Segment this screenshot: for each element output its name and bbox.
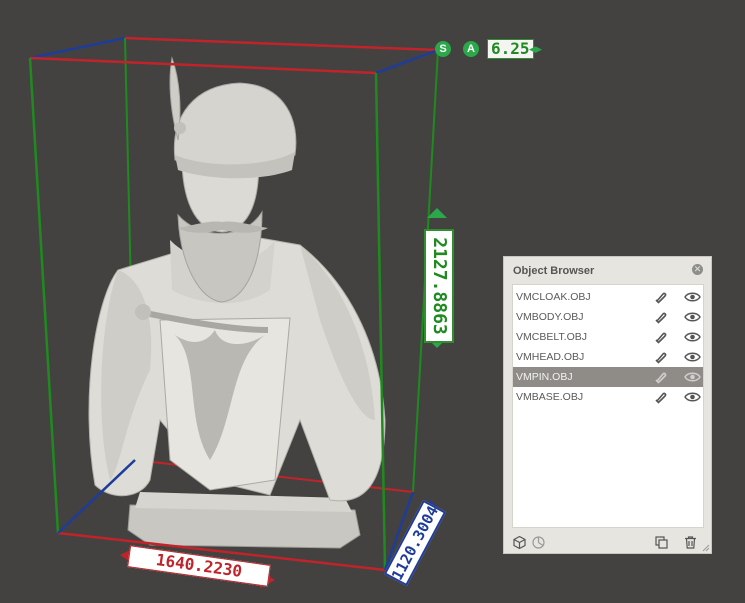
scale-stepper-arrows[interactable]: ◂▸	[529, 42, 542, 55]
eye-icon[interactable]	[684, 291, 701, 303]
object-browser-panel: Object Browser ✕ VMCLOAK.OBJ VMBODY.OBJ …	[503, 256, 712, 554]
eye-icon[interactable]	[684, 371, 701, 383]
object-row-vmbody[interactable]: VMBODY.OBJ	[513, 307, 703, 327]
cube-icon[interactable]	[512, 535, 527, 550]
magnet-icon[interactable]	[654, 350, 668, 364]
object-name: VMBODY.OBJ	[516, 311, 584, 323]
magnet-icon[interactable]	[654, 290, 668, 304]
object-browser-footer	[504, 532, 711, 554]
height-dimension-label[interactable]: 2127.8863	[424, 229, 454, 343]
object-row-vmpin[interactable]: VMPIN.OBJ	[513, 367, 703, 387]
resize-grip-icon[interactable]	[702, 544, 710, 552]
object-list: VMCLOAK.OBJ VMBODY.OBJ VMCBELT.OBJ VMHEA…	[512, 284, 704, 528]
object-row-vmcloak[interactable]: VMCLOAK.OBJ	[513, 287, 703, 307]
object-row-vmbase[interactable]: VMBASE.OBJ	[513, 387, 703, 407]
magnet-icon[interactable]	[654, 390, 668, 404]
object-row-vmcbelt[interactable]: VMCBELT.OBJ	[513, 327, 703, 347]
scale-value-field[interactable]: 6.25	[487, 39, 534, 59]
eye-icon[interactable]	[684, 351, 701, 363]
pie-icon[interactable]	[531, 535, 546, 550]
object-name: VMHEAD.OBJ	[516, 351, 585, 363]
magnet-icon[interactable]	[654, 310, 668, 324]
object-name: VMCBELT.OBJ	[516, 331, 587, 343]
bust-model[interactable]	[88, 56, 386, 549]
eye-icon[interactable]	[684, 311, 701, 323]
duplicate-icon[interactable]	[654, 535, 669, 550]
scale-arrows-glyph: ◂▸	[529, 41, 543, 56]
object-row-vmhead[interactable]: VMHEAD.OBJ	[513, 347, 703, 367]
trash-icon[interactable]	[683, 535, 698, 550]
object-browser-title: Object Browser	[513, 265, 595, 277]
object-name: VMCLOAK.OBJ	[516, 291, 591, 303]
object-name: VMBASE.OBJ	[516, 391, 584, 403]
scale-mode-a-icon[interactable]: A	[463, 41, 479, 57]
magnet-icon[interactable]	[654, 330, 668, 344]
eye-icon[interactable]	[684, 331, 701, 343]
object-name: VMPIN.OBJ	[516, 371, 573, 383]
close-icon[interactable]: ✕	[692, 264, 703, 275]
scale-mode-s-icon[interactable]: S	[435, 41, 451, 57]
magnet-icon[interactable]	[654, 370, 668, 384]
eye-icon[interactable]	[684, 391, 701, 403]
